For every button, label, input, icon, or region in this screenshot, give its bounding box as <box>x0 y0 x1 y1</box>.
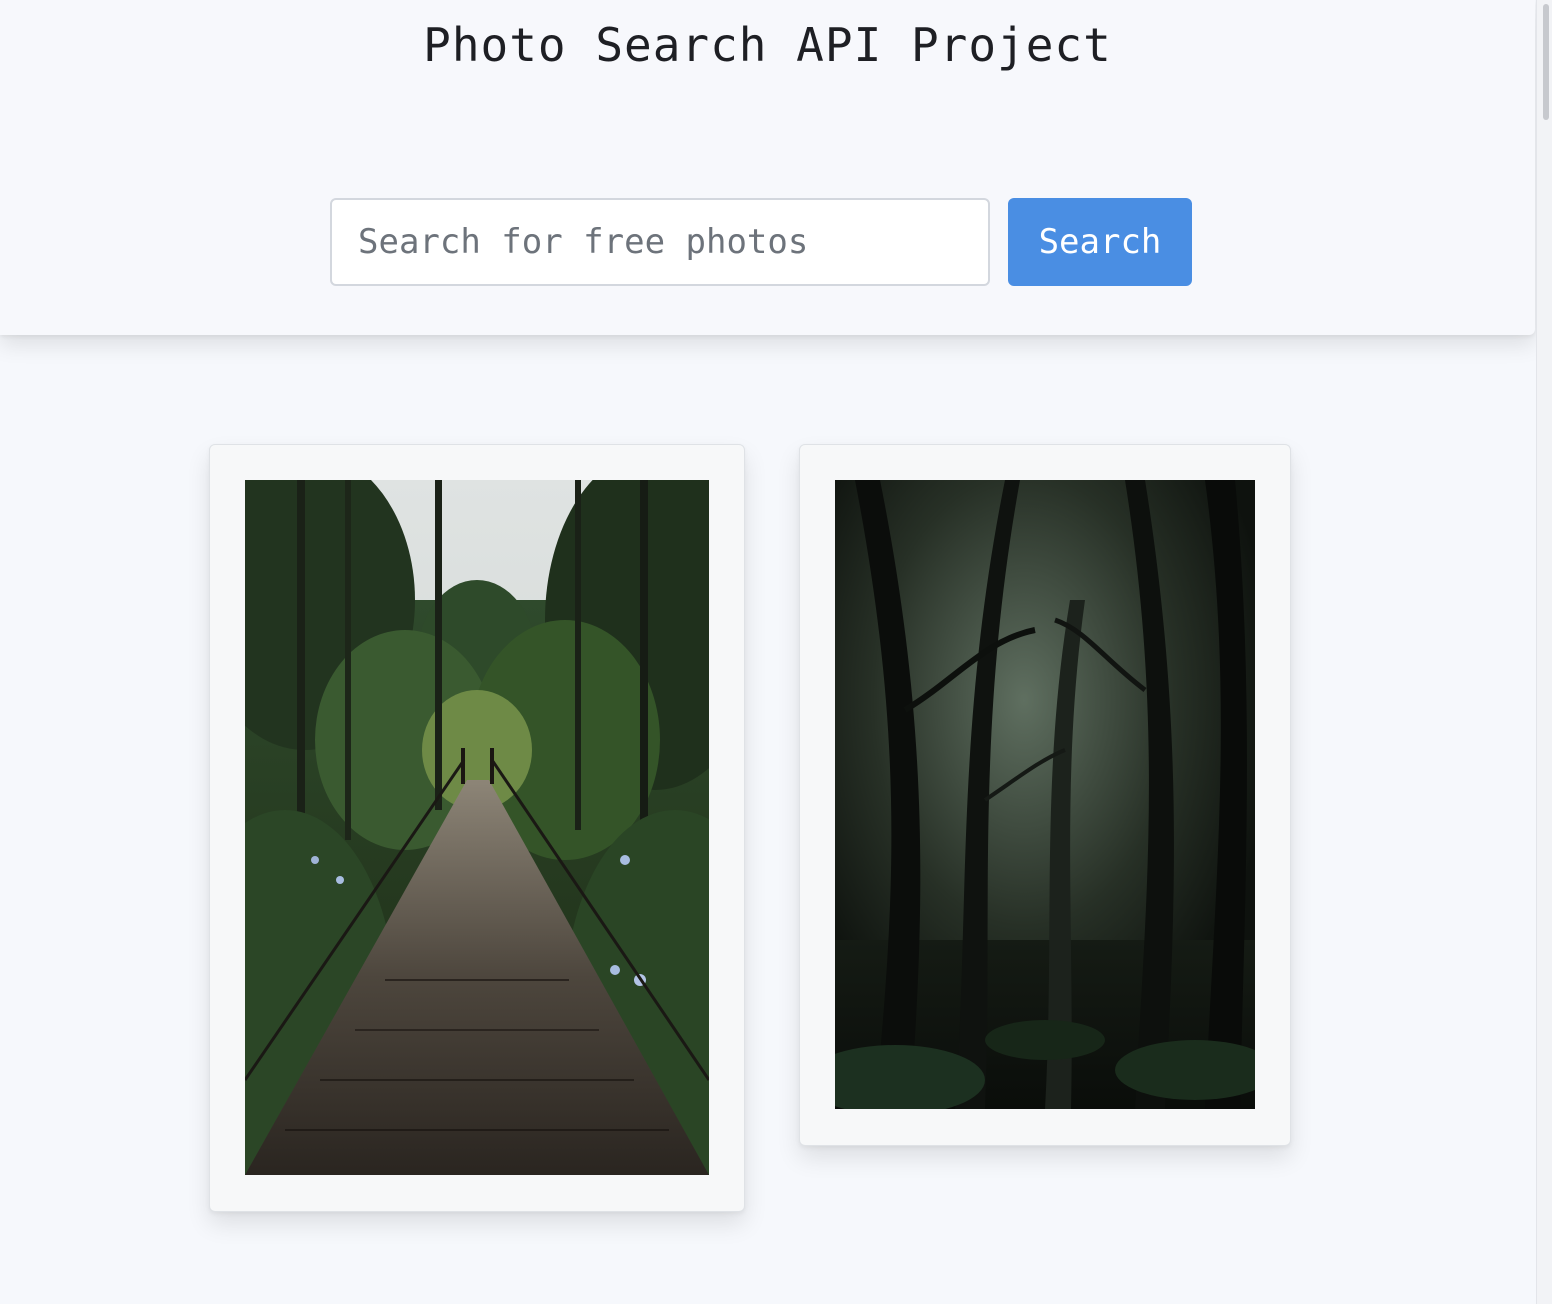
photo-card[interactable] <box>209 444 745 1212</box>
page-title: Photo Search API Project <box>423 18 1112 72</box>
scrollbar-track[interactable] <box>1536 0 1552 1304</box>
dark-forest-image <box>835 480 1255 1109</box>
header: Photo Search API Project Search <box>0 0 1535 335</box>
photo-card[interactable] <box>799 444 1291 1146</box>
search-input[interactable] <box>330 198 990 286</box>
page: Photo Search API Project Search <box>0 0 1552 1304</box>
forest-bridge-image <box>245 480 709 1175</box>
photo-dark-forest[interactable] <box>835 480 1255 1109</box>
photo-forest-bridge[interactable] <box>245 480 709 1175</box>
search-button[interactable]: Search <box>1008 198 1192 286</box>
scrollbar-thumb[interactable] <box>1543 4 1549 120</box>
